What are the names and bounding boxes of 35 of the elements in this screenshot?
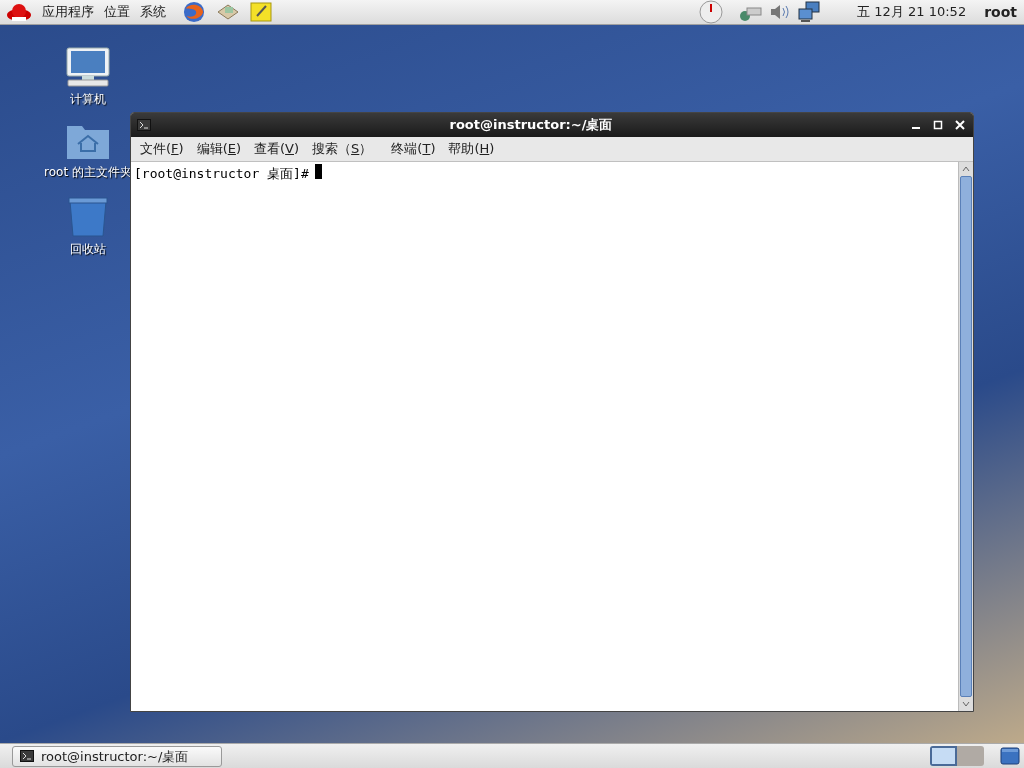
desktop-show-icon[interactable] — [1000, 746, 1020, 766]
shell-prompt: [root@instructor 桌面]# — [134, 165, 309, 183]
menu-item[interactable]: 搜索（S） — [312, 139, 373, 159]
note-pencil-icon[interactable] — [250, 2, 272, 22]
terminal-icon — [137, 119, 151, 131]
desktop-icon-label[interactable]: root 的主文件夹 — [44, 163, 132, 181]
clock[interactable]: 五 12月 21 10:52 — [857, 2, 967, 22]
hat-logo-icon[interactable] — [6, 2, 32, 22]
panel-menu[interactable]: 系统 — [140, 2, 166, 22]
scroll-thumb[interactable] — [960, 176, 972, 697]
close-icon[interactable] — [955, 120, 965, 130]
browser-icon[interactable] — [182, 1, 206, 23]
workspace-switch[interactable] — [930, 746, 957, 766]
desktop-icon-label[interactable]: 计算机 — [70, 90, 106, 108]
menu-item[interactable]: 编辑(E) — [196, 139, 241, 159]
terminal-icon — [20, 750, 34, 762]
menu-item[interactable]: 查看(V) — [254, 139, 300, 159]
menu-item[interactable]: 帮助(H) — [448, 139, 495, 159]
speaker-icon[interactable] — [769, 2, 792, 22]
menu-item[interactable]: 终端(T) — [391, 139, 436, 159]
workspace-switch[interactable] — [957, 746, 984, 766]
computer-icon — [64, 47, 112, 87]
panel-menu[interactable]: 位置 — [104, 2, 130, 22]
panel-menu[interactable]: 应用程序 — [42, 2, 94, 22]
scrollbar[interactable] — [958, 162, 973, 711]
menu-item[interactable]: 文件(F) — [140, 139, 184, 159]
window-title: root@instructor:~/桌面 — [448, 116, 614, 135]
text-cursor — [314, 164, 322, 179]
trash-icon — [67, 195, 109, 237]
user-name[interactable]: root — [984, 1, 1017, 23]
desktop-icon-label[interactable]: 回收站 — [70, 240, 106, 258]
taskbar-button[interactable]: root@instructor:~/桌面 — [12, 745, 222, 767]
maximize-icon[interactable] — [933, 120, 943, 130]
network-computers-icon[interactable] — [797, 1, 822, 23]
gauge-icon[interactable] — [697, 0, 726, 24]
